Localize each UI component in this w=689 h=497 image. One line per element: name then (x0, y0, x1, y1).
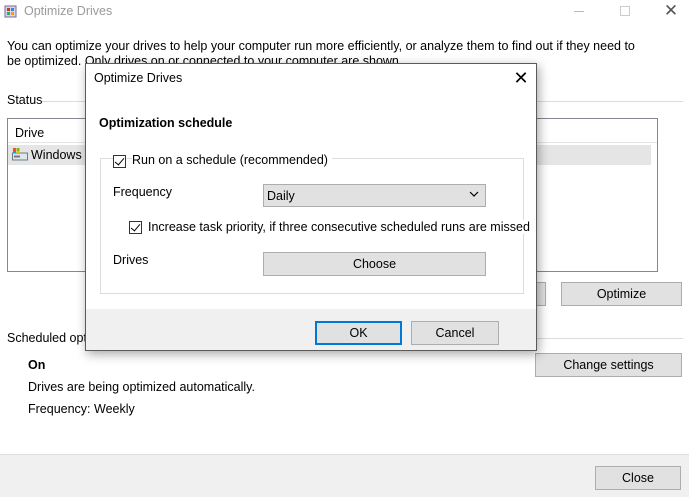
run-on-schedule-label[interactable]: Run on a schedule (recommended) (132, 153, 332, 167)
minimize-icon (574, 11, 584, 12)
choose-drives-button[interactable]: Choose (263, 252, 486, 276)
dialog-heading: Optimization schedule (99, 116, 233, 130)
schedule-status: On (28, 358, 46, 372)
dialog-footer: OK Cancel (86, 309, 536, 350)
ok-button[interactable]: OK (315, 321, 402, 345)
cancel-button[interactable]: Cancel (411, 321, 499, 345)
maximize-icon (620, 6, 630, 16)
drive-column-label: Drive (15, 126, 45, 140)
hard-drive-icon (12, 148, 28, 161)
dialog-titlebar: Optimize Drives ✕ (86, 64, 536, 94)
window-close-button[interactable]: ✕ (648, 0, 689, 24)
window-title: Optimize Drives (24, 4, 113, 18)
minimize-button[interactable] (556, 0, 602, 24)
frequency-dropdown[interactable]: Daily (263, 184, 486, 207)
schedule-description: Drives are being optimized automatically… (28, 380, 255, 394)
frequency-label: Frequency (113, 185, 173, 199)
window-footer: Close (0, 454, 689, 497)
frequency-value: Daily (267, 189, 295, 203)
run-on-schedule-checkbox[interactable] (113, 155, 126, 168)
drives-label: Drives (113, 253, 149, 267)
schedule-frequency: Frequency: Weekly (28, 402, 135, 416)
optimize-button[interactable]: Optimize (561, 282, 682, 306)
change-settings-button[interactable]: Change settings (535, 353, 682, 377)
close-icon: ✕ (663, 1, 679, 20)
increase-priority-label[interactable]: Increase task priority, if three consecu… (148, 220, 530, 234)
close-button[interactable]: Close (595, 466, 681, 490)
optimization-schedule-dialog: Optimize Drives ✕ Optimization schedule … (85, 63, 537, 351)
chevron-down-icon (469, 191, 479, 197)
maximize-button[interactable] (602, 0, 648, 24)
dialog-title: Optimize Drives (94, 71, 183, 85)
dialog-body: Optimization schedule Run on a schedule … (86, 94, 536, 309)
close-icon: ✕ (513, 68, 529, 88)
window-titlebar: Optimize Drives ✕ (0, 0, 689, 24)
status-label: Status (7, 93, 43, 107)
defrag-app-icon (4, 5, 17, 18)
dialog-close-button[interactable]: ✕ (508, 67, 534, 91)
increase-priority-checkbox[interactable] (129, 221, 142, 234)
